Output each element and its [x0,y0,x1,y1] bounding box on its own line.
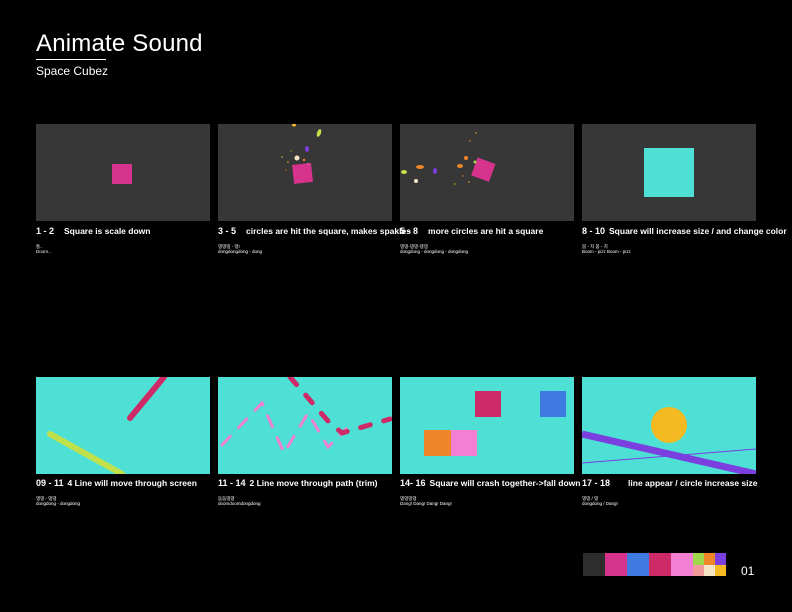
crimson-square [475,391,501,417]
palette-swatch [605,553,627,576]
frame-description: 2 Line move through path (trim) [249,478,378,488]
frame-caption-4: 8 - 10 Square will increase size / and ch… [582,226,787,236]
page-title: Animate Sound [36,30,203,57]
circle-particle [401,170,407,174]
storyboard-frame-4[interactable] [582,124,756,221]
storyboard-frame-6[interactable] [218,377,392,474]
circle-particle [305,146,309,152]
spark-dot [462,175,464,177]
frame-description: Square will crash together->fall down [429,478,581,488]
storyboard-frame-2[interactable] [218,124,392,221]
orange-square [424,430,451,456]
circle-particle [316,129,322,137]
palette-swatch [627,553,649,576]
spark-dot [281,156,283,158]
sfx-romanized: Dang! Dang! Dang! Dang! [400,501,452,506]
frame-caption-1: 1 - 2 Square is scale down [36,226,150,236]
frame-range: 3 - 5 [218,226,237,236]
frame-caption-7: 14- 16 Square will crash together->fall d… [400,478,580,488]
storyboard-frame-8[interactable] [582,377,756,474]
path-line-crimson [287,377,392,436]
circle-particle [292,124,296,127]
page-number: 01 [741,564,755,578]
pink-square [451,430,477,456]
circle-particle [457,164,463,168]
sfx-romanized: dongdong - dongdong [36,501,81,506]
storyboard-frame-7[interactable] [400,377,574,474]
moving-line [47,431,125,474]
moving-line [127,377,167,421]
storyboard-frame-5[interactable] [36,377,210,474]
palette-swatch [671,553,693,576]
palette-mini-swatch [704,564,715,576]
frame-range: 09 - 11 [36,478,64,488]
spark-dot [287,161,289,163]
sfx-romanized: dongdongdong - dong [218,249,263,254]
blue-square [540,391,566,417]
storyboard-frame-1[interactable] [36,124,210,221]
spark-dot [307,163,309,165]
spark-dot [285,169,287,171]
tilted-square [292,163,313,184]
spark-dot [468,181,470,183]
spark-dot [302,158,306,162]
frame-description: line appear / circle increase size [628,478,758,488]
frame-caption-2: 3 - 5 circles are hit the square, makes s… [218,226,411,236]
title-underline [36,59,106,60]
teal-square [644,148,694,197]
frame-caption-8: 17 - 18 line appear / circle increase siz… [582,478,758,488]
sfx-romanized: dongdong - dongdong - dongdong [400,249,469,254]
frame-description: Square is scale down [64,226,151,236]
frame-caption-5: 09 - 11 4 Line will move through screen [36,478,197,488]
page-subtitle: Space Cubez [36,64,109,78]
palette-mini-swatch [715,553,726,565]
frame-caption-3: 5 - 8 more circles are hit a square [400,226,543,236]
sfx-romanized: Boom - pizz Boom - pizz [582,249,631,254]
color-palette [583,553,726,576]
palette-mini-grid [693,553,726,576]
sfx-romanized: doomdoomdongdong [218,501,261,506]
sfx-romanized: dongdong / Dang! [582,501,618,506]
frame-range: 11 - 14 [218,478,246,488]
frame-caption-6: 11 - 14 2 Line move through path (trim) [218,478,378,488]
palette-swatch [649,553,671,576]
spark-dot [294,155,300,161]
frame-range: 8 - 10 [582,226,606,236]
path-line-pink [220,400,348,457]
circle-particle [414,179,418,183]
frame-range: 17 - 18 [582,478,611,488]
sfx-romanized: Doom... [36,249,52,254]
circle-particle [433,168,437,174]
palette-swatch [583,553,605,576]
spark-dot [473,160,477,164]
frame-description: circles are hit the square, makes spakle… [246,226,411,236]
magenta-square [112,164,132,184]
yellow-circle [651,407,687,443]
spark-dot [290,150,292,152]
palette-mini-swatch [693,564,704,576]
spark-dot [464,156,468,160]
circle-particle [416,165,424,169]
frame-range: 5 - 8 [400,226,419,236]
palette-mini-swatch [704,553,715,565]
frame-description: 4 Line will move through screen [67,478,197,488]
palette-mini-swatch [693,553,704,565]
frame-range: 1 - 2 [36,226,55,236]
spark-dot [454,183,456,185]
spark-dot [469,140,471,142]
palette-mini-swatch [715,564,726,576]
frame-range: 14- 16 [400,478,426,488]
frame-description: more circles are hit a square [428,226,544,236]
frame-description: Square will increase size / and change c… [609,226,787,236]
spark-dot [475,132,477,134]
storyboard-frame-3[interactable] [400,124,574,221]
